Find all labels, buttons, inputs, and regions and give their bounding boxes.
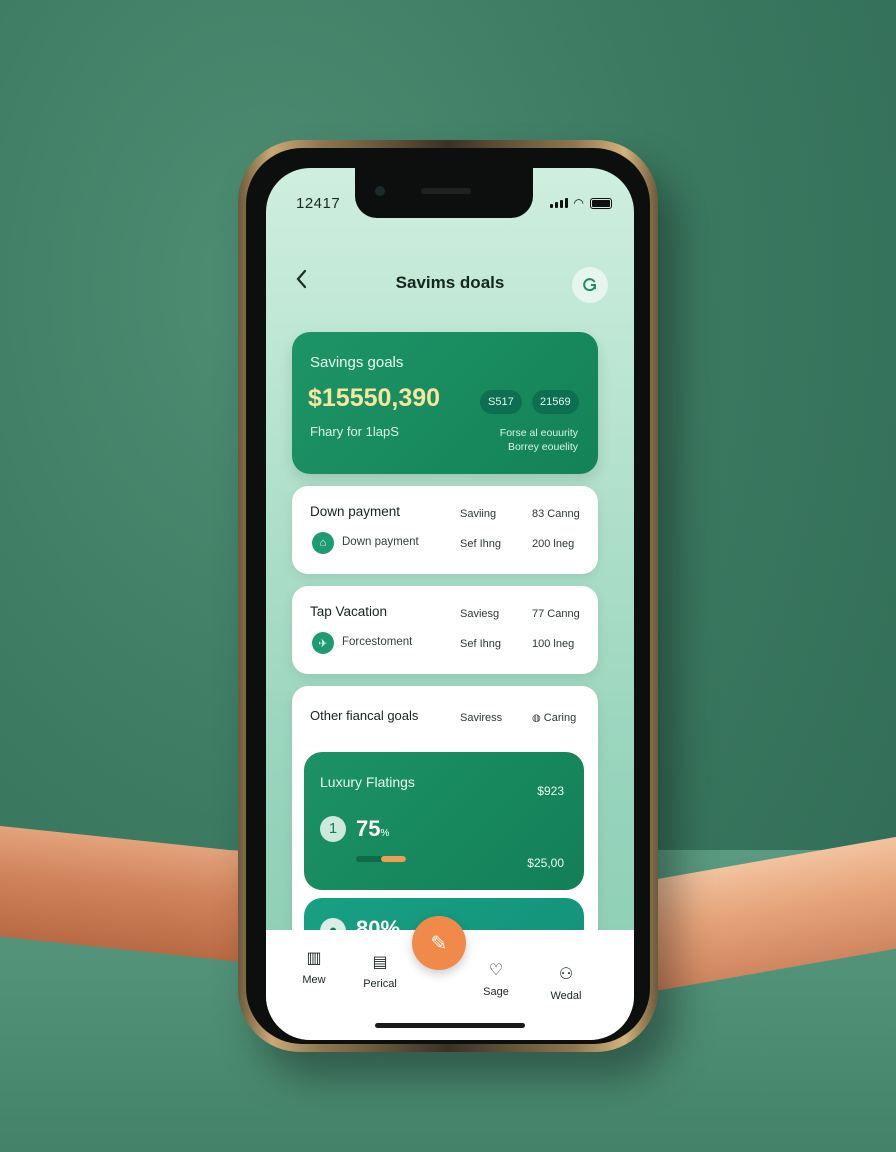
phone-bezel: 12417 ◠ Savims doals Savings goals $1555… — [246, 148, 650, 1044]
goal-tile-percent: 75% — [356, 816, 389, 842]
refresh-icon — [583, 278, 596, 292]
signal-icon — [549, 198, 568, 208]
goal-tile-progress-bar — [356, 856, 406, 862]
speaker-grille — [421, 188, 471, 194]
goal-card-value-2: 200 lneg — [532, 538, 575, 550]
home-indicator[interactable] — [375, 1023, 525, 1028]
other-goals-value: ◍ Caring — [532, 712, 576, 724]
tab-wedal[interactable]: ⚇ Wedal — [536, 964, 596, 1002]
phone-frame: 12417 ◠ Savims doals Savings goals $1555… — [238, 140, 658, 1052]
goal-card-key-2: Sef Ihng — [460, 638, 501, 650]
wifi-icon: ◠ — [573, 196, 584, 210]
piggy-icon: ✎ — [430, 932, 448, 955]
goal-card-value-1: 83 Canng — [532, 508, 580, 520]
house-icon: ⌂ — [312, 532, 334, 554]
status-icons: ◠ — [549, 196, 612, 210]
user-icon: ⚇ — [558, 966, 574, 983]
camera-icon — [375, 186, 385, 196]
goal-card-value-1: 77 Canng — [532, 608, 580, 620]
battery-icon — [590, 197, 612, 209]
summary-note: Forse al eouurity Borrey eouelity — [500, 426, 578, 454]
tab-label: Sage — [483, 986, 509, 998]
goal-card-vacation[interactable]: Tap Vacation ✈ Forcestoment Saviesg 77 C… — [292, 586, 598, 674]
other-goals-key: Saviress — [460, 712, 503, 724]
goal-tile-luxury[interactable]: Luxury Flatings $923 1 75% $25,00 — [304, 752, 584, 890]
goal-tile-percent-value: 75 — [356, 816, 381, 841]
goal-card-row-label: Forcestoment — [342, 636, 413, 648]
other-goals-value-text: Caring — [543, 712, 577, 724]
tab-label: Wedal — [550, 990, 582, 1002]
status-time: 12417 — [296, 195, 341, 212]
refresh-button[interactable] — [572, 267, 608, 303]
summary-subtitle: Fhary for 1lapS — [310, 424, 399, 439]
goal-card-down-payment[interactable]: Down payment ⌂ Down payment Saviing 83 C… — [292, 486, 598, 574]
summary-label: Savings goals — [310, 354, 404, 371]
summary-amount: $15550,390 — [308, 384, 441, 412]
tab-label: Mew — [302, 974, 326, 986]
goal-card-key-1: Saviesg — [460, 608, 500, 620]
document-icon: ▤ — [372, 954, 388, 971]
savings-summary-card[interactable]: Savings goals $15550,390 S517 21569 Fhar… — [292, 332, 598, 474]
summary-pill-2[interactable]: 21569 — [532, 390, 579, 414]
summary-pill-1[interactable]: S517 — [480, 390, 522, 414]
phone-screen: 12417 ◠ Savims doals Savings goals $1555… — [266, 168, 634, 1040]
goal-tile-percent-unit: % — [380, 828, 390, 839]
goal-tile-saved: $25,00 — [527, 856, 564, 870]
goal-card-title: Down payment — [310, 504, 401, 519]
tab-label: Perical — [363, 978, 397, 990]
coin-icon: ◍ — [532, 713, 541, 724]
goal-card-key-1: Saviing — [460, 508, 497, 520]
goal-card-key-2: Sef Ihng — [460, 538, 501, 550]
goal-tile-index: 1 — [320, 816, 346, 842]
notch — [355, 168, 533, 218]
add-goal-button[interactable]: ✎ — [412, 916, 466, 970]
summary-note-line-1: Forse al eouurity — [499, 427, 578, 439]
plane-icon: ✈ — [312, 632, 334, 654]
goal-card-title: Tap Vacation — [310, 604, 388, 619]
goal-card-row-label: Down payment — [342, 536, 419, 548]
other-goals-title: Other fiancal goals — [310, 708, 419, 723]
tab-perical[interactable]: ▤ Perical — [350, 952, 410, 990]
goal-tile-name: Luxury Flatings — [320, 774, 415, 790]
tab-sage[interactable]: ♡ Sage — [466, 960, 526, 998]
summary-note-line-2: Borrey eouelity — [507, 441, 578, 453]
heart-icon: ♡ — [488, 962, 504, 979]
goal-tile-target: $923 — [537, 784, 564, 798]
goal-card-value-2: 100 lneg — [532, 638, 575, 650]
progress-fill — [381, 856, 406, 862]
chart-icon: ▥ — [306, 950, 322, 967]
tab-mew[interactable]: ▥ Mew — [284, 948, 344, 986]
